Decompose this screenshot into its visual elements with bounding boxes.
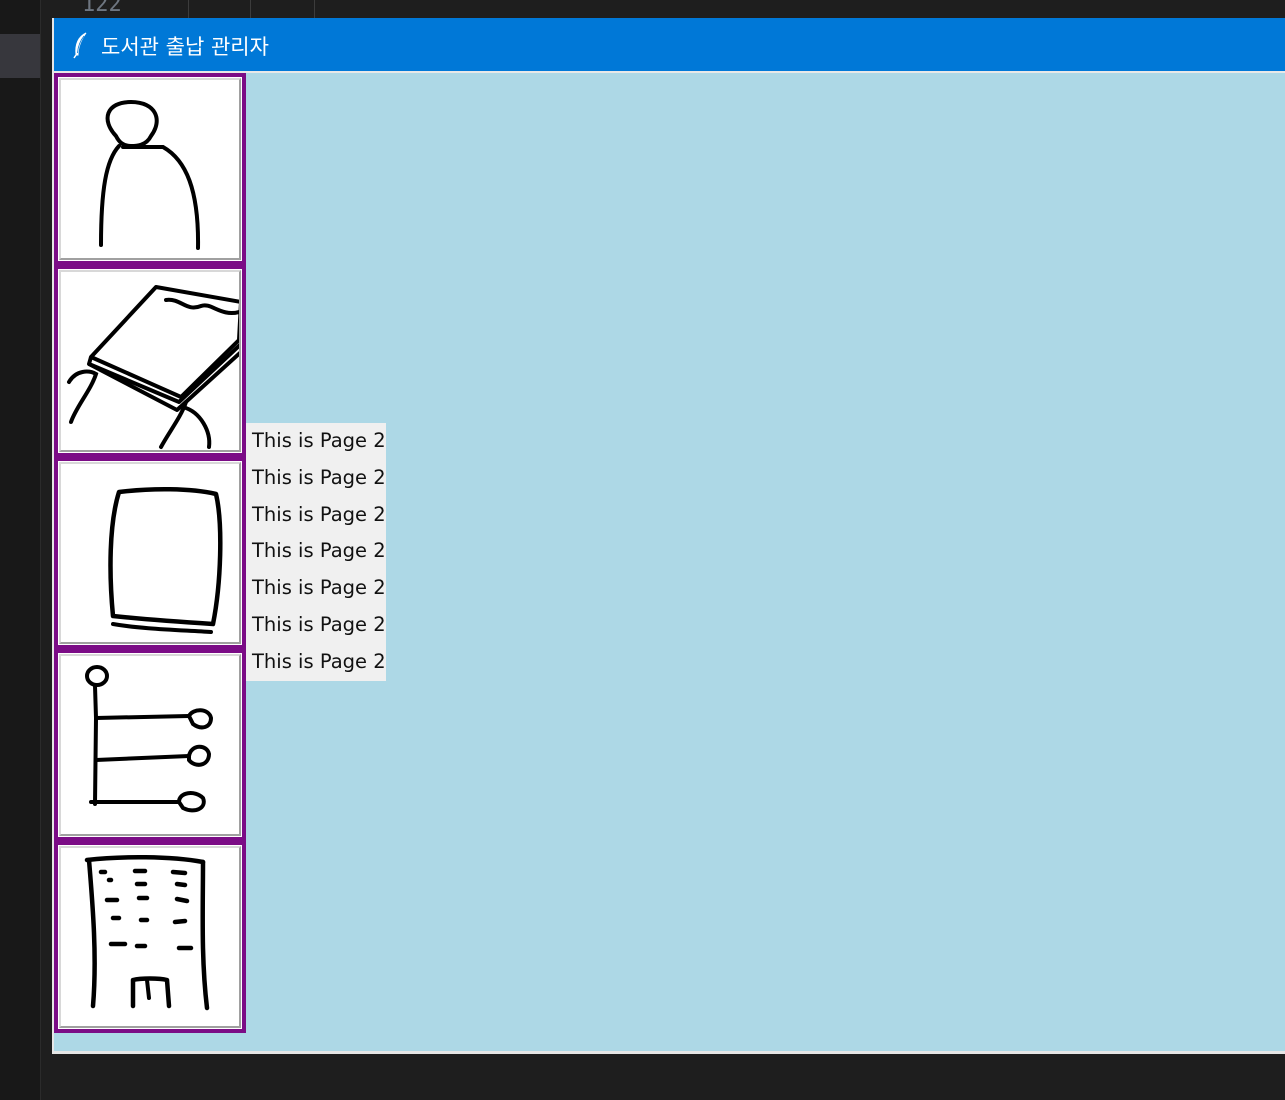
document-icon bbox=[108, 486, 223, 634]
editor-guide bbox=[188, 0, 189, 18]
page-label: This is Page 2 bbox=[252, 612, 386, 636]
editor-activity-bar bbox=[0, 0, 41, 1100]
nav-button-page[interactable] bbox=[54, 457, 246, 649]
editor-line-number: 122 bbox=[82, 0, 122, 17]
nav-button-member[interactable] bbox=[54, 73, 246, 265]
page-label: This is Page 2 bbox=[252, 649, 386, 673]
feather-icon bbox=[73, 32, 87, 59]
page-label: This is Page 2 bbox=[252, 429, 386, 452]
page-label-list: This is Page 2 This is Page 2 This is Pa… bbox=[246, 423, 386, 681]
nav-button-book[interactable] bbox=[54, 265, 246, 457]
person-icon bbox=[99, 100, 201, 250]
editor-guide bbox=[314, 0, 315, 18]
page-label: This is Page 2 bbox=[252, 539, 386, 563]
building-icon bbox=[84, 854, 210, 1011]
window-title: 도서관 출납 관리자 bbox=[101, 35, 269, 59]
page-label: This is Page 2 bbox=[252, 465, 386, 489]
nav-button-list[interactable] bbox=[54, 649, 246, 841]
book-icon bbox=[67, 285, 239, 449]
list-icon bbox=[85, 665, 214, 813]
editor-guide bbox=[250, 0, 251, 18]
page-label: This is Page 2 bbox=[252, 502, 386, 526]
page-label: This is Page 2 bbox=[252, 576, 386, 600]
nav-button-building[interactable] bbox=[54, 841, 246, 1033]
app-window: 도서관 출납 관리자 This is Page 2 This is Page 2… bbox=[52, 18, 1285, 1054]
editor-activity-highlight bbox=[0, 34, 40, 78]
title-bar[interactable]: 도서관 출납 관리자 bbox=[54, 18, 1285, 73]
main-content: This is Page 2 This is Page 2 This is Pa… bbox=[54, 73, 1285, 1051]
